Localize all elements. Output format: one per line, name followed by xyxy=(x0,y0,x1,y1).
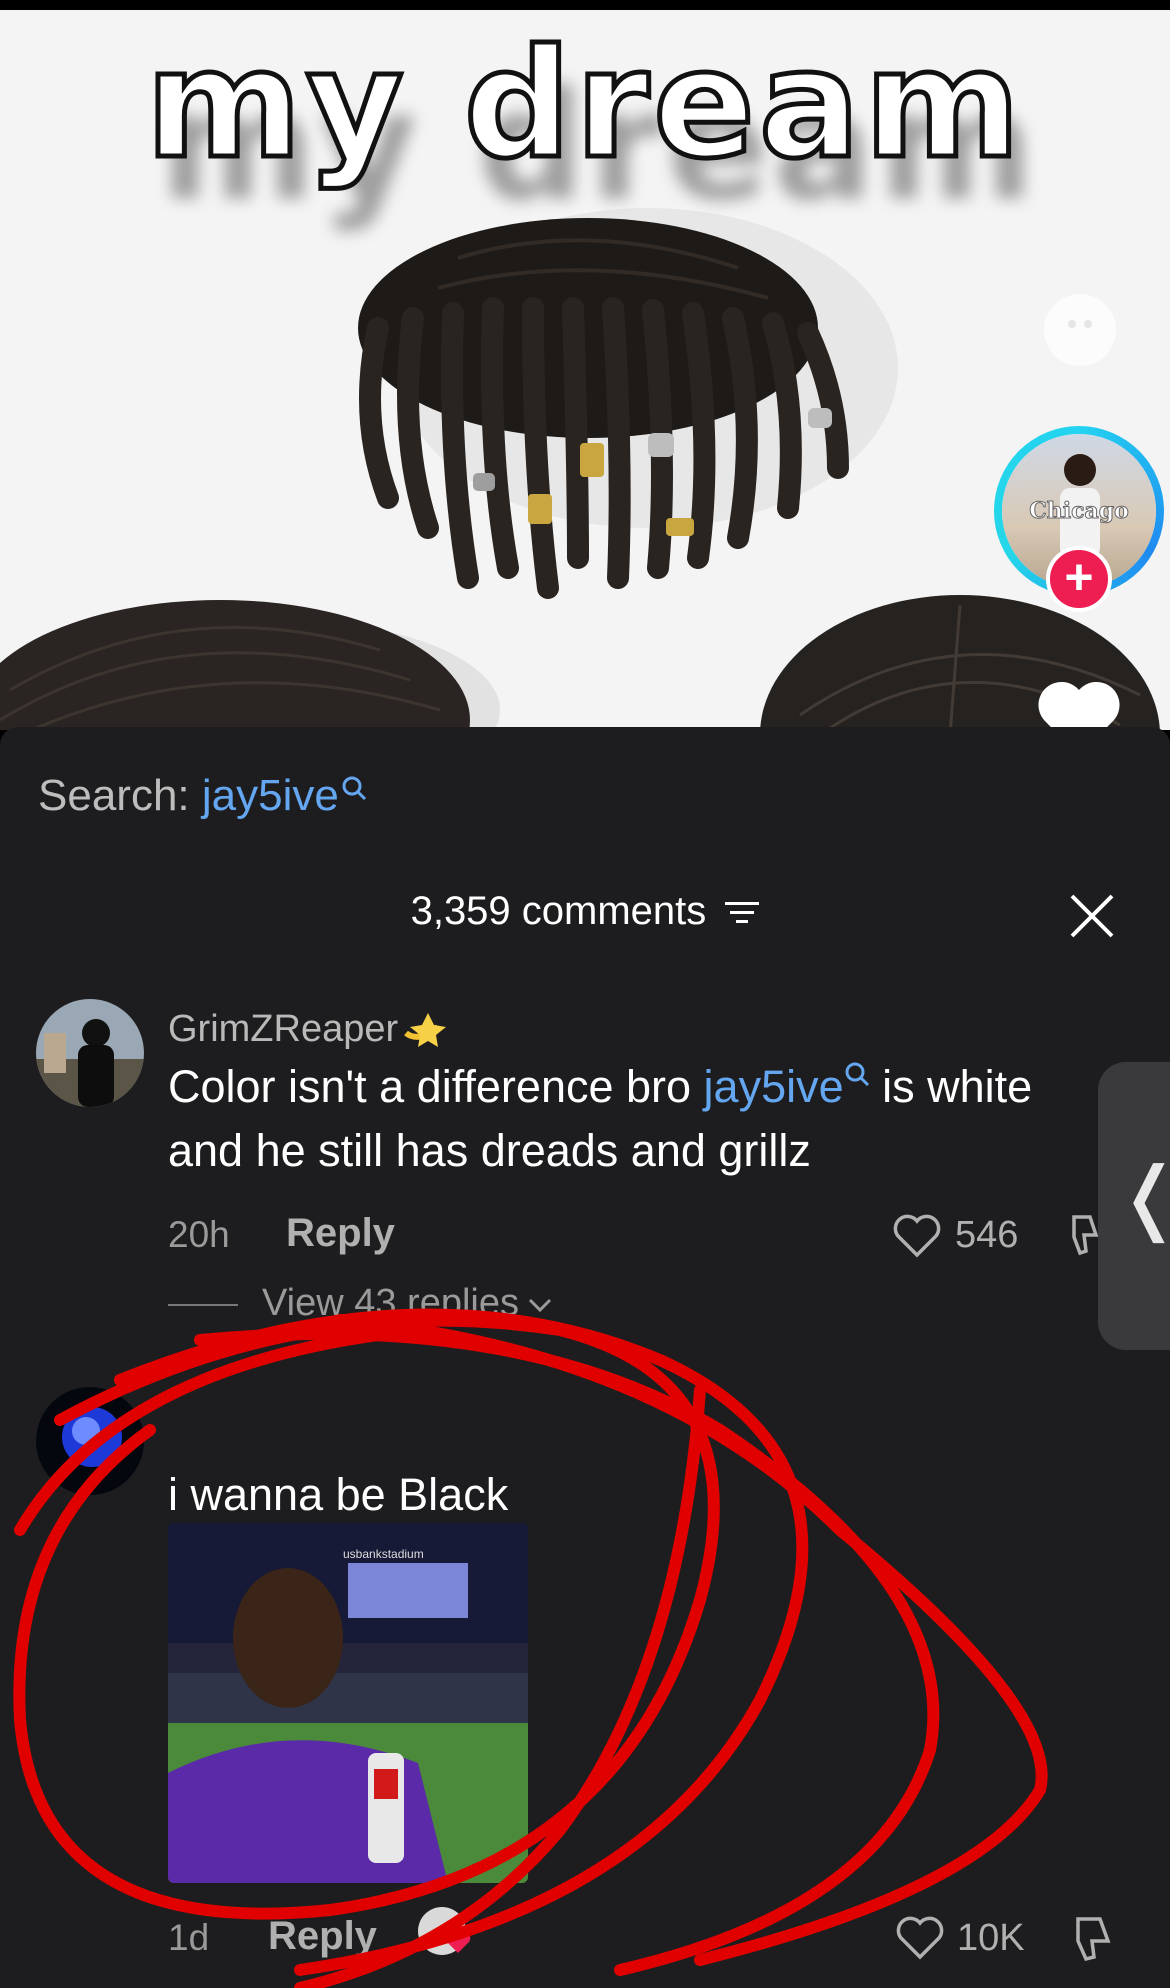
creator-avatar-caption: Chicago xyxy=(1029,498,1130,525)
mention-link[interactable]: jay5ive xyxy=(704,1061,844,1112)
creator-liked-avatar xyxy=(418,1907,471,1955)
sort-filter-icon[interactable] xyxy=(725,899,760,927)
heart-badge-icon xyxy=(445,1931,471,1953)
comments-count-header: 3,359 comments xyxy=(0,889,1170,934)
reply-button[interactable]: Reply xyxy=(268,1914,377,1959)
shooting-star-icon xyxy=(404,1013,447,1047)
heart-outline-icon[interactable] xyxy=(895,1915,945,1961)
dislike-icon[interactable] xyxy=(1072,1913,1122,1963)
like-count: 546 xyxy=(955,1214,1019,1256)
view-replies-toggle[interactable]: View 43 replies xyxy=(168,1282,553,1325)
comment-gif-image[interactable]: usbankstadium xyxy=(168,1523,528,1883)
dreadlocks-left-image xyxy=(0,600,500,730)
heart-icon[interactable] xyxy=(1034,678,1124,730)
comment-timestamp: 20h xyxy=(168,1214,230,1255)
gif-stadium-text: usbankstadium xyxy=(343,1547,424,1561)
reply-button[interactable]: Reply xyxy=(286,1211,395,1256)
commenter-avatar[interactable] xyxy=(36,1387,144,1495)
close-icon[interactable] xyxy=(1066,890,1118,942)
replies-divider xyxy=(168,1303,238,1306)
chevron-left-icon: ❬ xyxy=(1116,1150,1170,1243)
search-label: Search: xyxy=(38,771,190,820)
search-icon xyxy=(845,1062,869,1087)
video-player[interactable]: my dream Chicago + xyxy=(0,10,1170,730)
commenter-avatar[interactable] xyxy=(36,999,144,1107)
comments-sheet: Search: jay5ive 3,359 comments GrimZReap… xyxy=(0,727,1170,1988)
side-panel-tab[interactable]: ❬ xyxy=(1098,1062,1170,1350)
comment-timestamp: 1d xyxy=(168,1917,210,1958)
comment-text: Color isn't a difference bro jay5ive is … xyxy=(168,1061,1033,1176)
chevron-down-icon xyxy=(528,1298,552,1313)
follow-plus-button[interactable]: + xyxy=(1046,546,1112,612)
search-suggestion[interactable]: Search: jay5ive xyxy=(38,771,367,821)
comment-username[interactable]: GrimZReaper xyxy=(168,1003,452,1051)
comments-count: 3,359 comments xyxy=(410,889,707,933)
emoji-icon[interactable] xyxy=(1044,294,1116,366)
search-icon xyxy=(342,776,366,801)
video-overlay-title: my dream xyxy=(143,16,1025,195)
dreadlocks-image xyxy=(358,208,898,599)
comment-text: i wanna be Black xyxy=(168,1469,509,1520)
like-count: 10K xyxy=(957,1917,1025,1959)
heart-outline-icon[interactable] xyxy=(892,1213,942,1259)
search-term[interactable]: jay5ive xyxy=(202,771,339,820)
